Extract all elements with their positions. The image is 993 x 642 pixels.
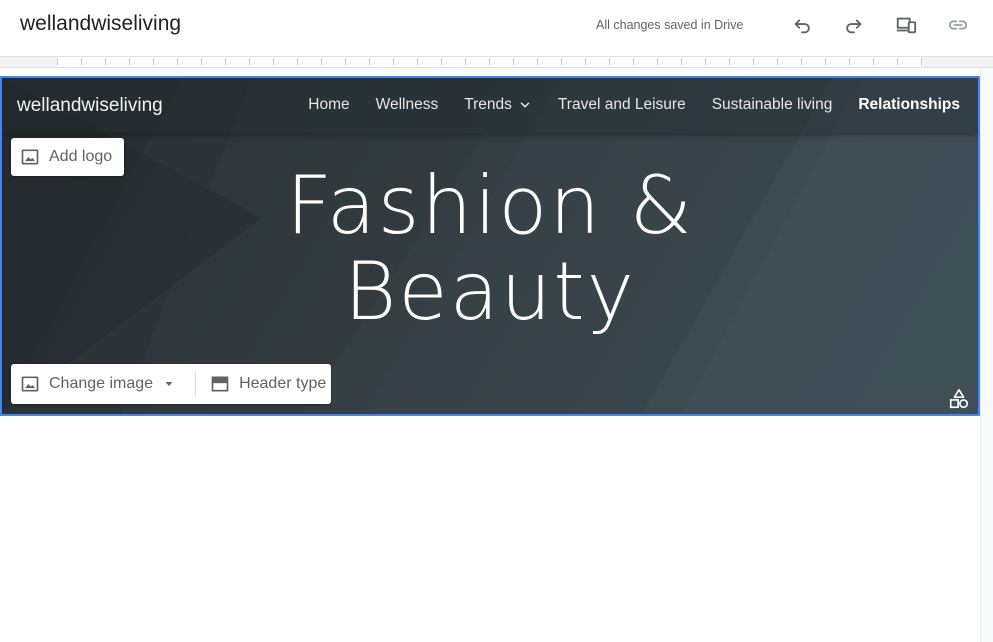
header-type-button[interactable]: Header type [210, 374, 326, 394]
nav-item-travel-and-leisure[interactable]: Travel and Leisure [558, 96, 686, 114]
header-type-icon [211, 376, 229, 392]
header-banner[interactable]: wellandwiseliving Home Wellness Trends T… [0, 76, 980, 416]
nav-item-wellness[interactable]: Wellness [376, 96, 439, 114]
ruler-tick [105, 58, 106, 65]
shapes-icon[interactable] [948, 388, 970, 410]
ruler-tick [801, 58, 802, 65]
ruler-tick [921, 58, 922, 65]
preview-devices-icon[interactable] [893, 12, 919, 38]
ruler-tick [585, 58, 586, 65]
ruler-tick [465, 58, 466, 65]
ruler-tick [513, 58, 514, 65]
site-navbar: wellandwiseliving Home Wellness Trends T… [2, 78, 978, 133]
ruler-tick [153, 58, 154, 65]
ruler-tick [321, 58, 322, 65]
image-icon [21, 376, 39, 392]
ruler-tick [633, 58, 634, 65]
ruler-tick [729, 58, 730, 65]
nav-item-trends[interactable]: Trends [464, 96, 532, 114]
ruler-tick [201, 58, 202, 65]
nav-item-sustainable-living[interactable]: Sustainable living [712, 96, 833, 114]
ruler-tick [609, 58, 610, 65]
ruler-tick [273, 58, 274, 65]
nav-item-home[interactable]: Home [308, 96, 349, 114]
ruler-tick [81, 58, 82, 65]
ruler-tick [777, 58, 778, 65]
ruler-tick [417, 58, 418, 65]
caret-down-icon[interactable] [163, 378, 175, 390]
ruler-tick [873, 58, 874, 65]
header-type-label: Header type [239, 375, 327, 392]
ruler-tick [57, 58, 58, 65]
ruler-tick [225, 58, 226, 65]
app-bar: wellandwiseliving All changes saved in D… [0, 0, 993, 57]
ruler-tick [561, 58, 562, 65]
page-title-line-1: Fashion & [286, 159, 694, 252]
ruler-tick [489, 58, 490, 65]
ruler-tick [825, 58, 826, 65]
site-name[interactable]: wellandwiseliving [20, 12, 181, 36]
scrollbar[interactable] [980, 68, 993, 642]
ruler-tick [657, 58, 658, 65]
ruler-tick [681, 58, 682, 65]
site-brand[interactable]: wellandwiseliving [17, 95, 163, 117]
toolbar-divider [195, 372, 197, 396]
ruler-tick [345, 58, 346, 65]
ruler-tick [441, 58, 442, 65]
page-title-line-2: Beauty [343, 245, 637, 338]
ruler-tick [369, 58, 370, 65]
nav-item-relationships[interactable]: Relationships [858, 96, 960, 114]
ruler-tick [393, 58, 394, 65]
undo-icon[interactable] [789, 12, 815, 38]
ruler-tick [849, 58, 850, 65]
ruler-tick [177, 58, 178, 65]
chevron-down-icon [520, 102, 530, 108]
ruler-tick [297, 58, 298, 65]
ruler-tick [537, 58, 538, 65]
nav-item-trends-label: Trends [464, 96, 512, 113]
ruler [0, 57, 993, 68]
redo-icon[interactable] [841, 12, 867, 38]
ruler-tick [753, 58, 754, 65]
change-image-button[interactable]: Change image [49, 375, 153, 393]
ruler-tick [249, 58, 250, 65]
site-nav: Home Wellness Trends Travel and Leisure … [282, 96, 960, 114]
save-status: All changes saved in Drive [596, 18, 744, 32]
ruler-tick [129, 58, 130, 65]
header-image-toolbar: Change image Header type [11, 364, 331, 404]
page-title[interactable]: Fashion & Beauty [2, 163, 978, 335]
ruler-tick [705, 58, 706, 65]
copy-link-icon[interactable] [945, 12, 971, 38]
ruler-tick [897, 58, 898, 65]
